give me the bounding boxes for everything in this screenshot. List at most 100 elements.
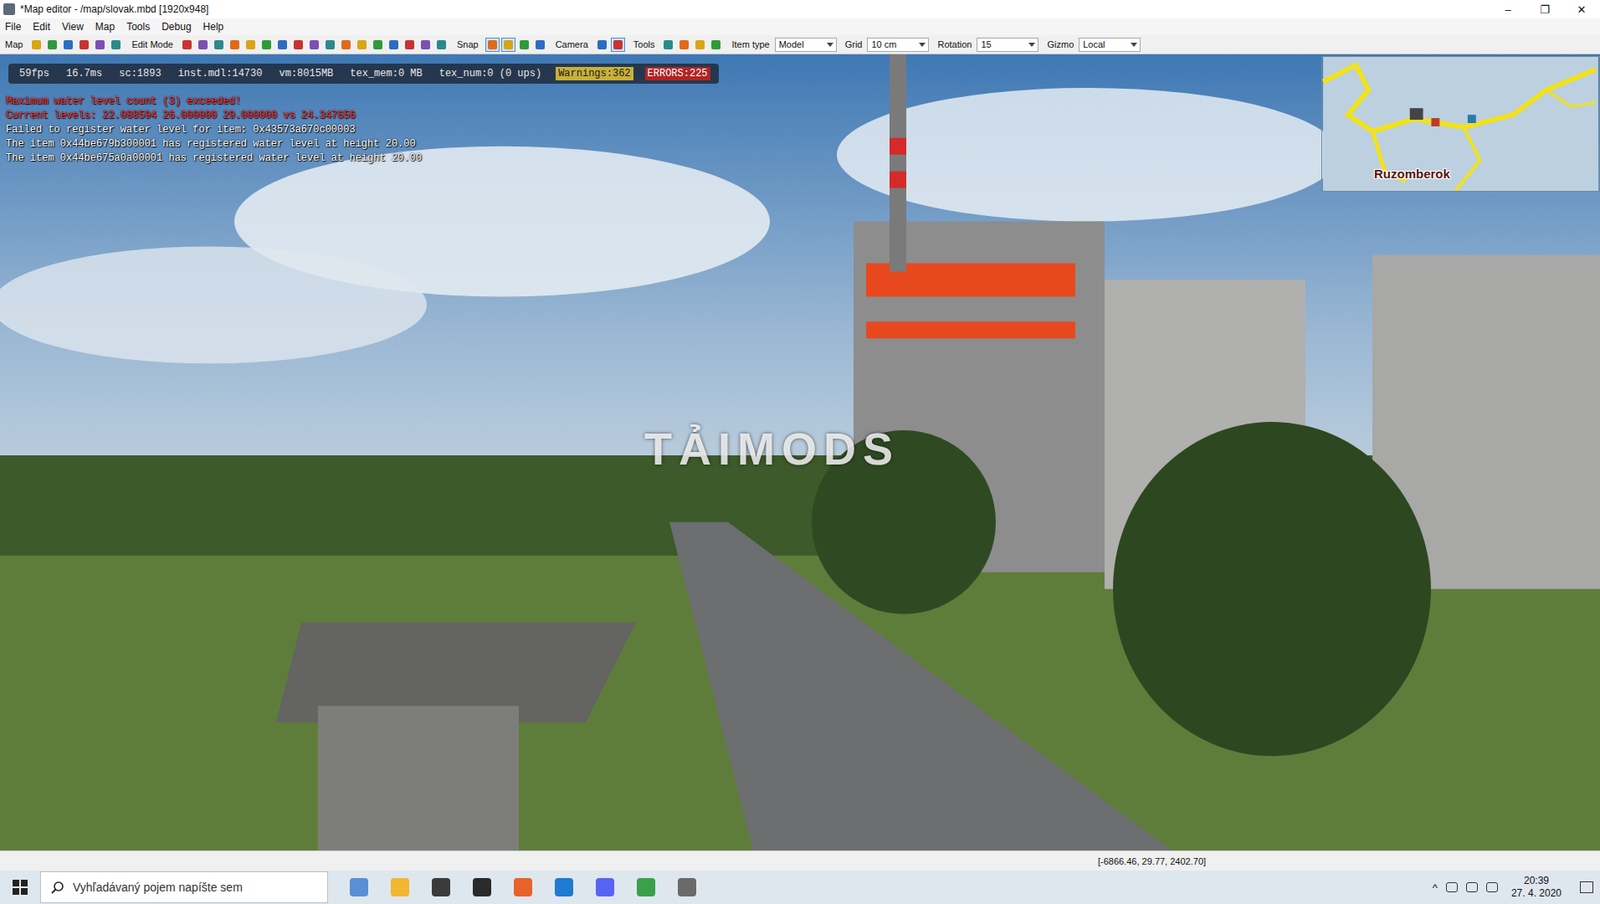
cloud-icon[interactable] <box>1446 882 1458 893</box>
tool-button[interactable] <box>610 37 626 52</box>
minimap[interactable]: Ruzomberok <box>1321 56 1600 192</box>
tool-button[interactable] <box>386 37 401 52</box>
dropdown-value: 10 cm <box>871 39 897 50</box>
chevron-down-icon <box>1130 42 1138 47</box>
tool-button[interactable] <box>402 37 417 52</box>
stat-item: 59fps <box>16 66 52 81</box>
tool-button[interactable] <box>108 37 124 52</box>
taskbar-app[interactable] <box>502 870 544 904</box>
tool-button[interactable] <box>61 37 76 52</box>
system-tray: ^ 20:3927. 4. 2020 <box>1432 874 1600 900</box>
tool-button[interactable] <box>533 37 548 52</box>
dropdown[interactable]: Model <box>774 37 837 52</box>
notification-icon[interactable] <box>1579 881 1594 893</box>
taskbar-app[interactable] <box>543 870 585 904</box>
toolbar-label[interactable]: Map <box>5 39 23 50</box>
volume-icon[interactable] <box>1486 882 1498 893</box>
tool-icon <box>503 40 513 50</box>
toolbar-label[interactable]: Edit Mode <box>131 39 174 50</box>
tool-icon <box>711 40 721 50</box>
taskbar-app[interactable] <box>584 870 626 904</box>
tool-icon <box>663 40 673 50</box>
tool-icon <box>31 40 42 50</box>
tool-button[interactable] <box>323 37 338 52</box>
window-control-button[interactable]: – <box>1489 0 1527 19</box>
menu-item[interactable]: Edit <box>32 20 51 33</box>
taskbar-app[interactable] <box>420 870 462 904</box>
start-button[interactable] <box>0 870 41 904</box>
tool-button[interactable] <box>275 37 290 52</box>
tool-button[interactable] <box>517 37 532 52</box>
tool-icon <box>293 40 303 50</box>
tool-icon <box>277 40 288 50</box>
taskbar-app[interactable] <box>338 870 380 904</box>
toolbar-group: Edit Mode <box>131 37 449 52</box>
tool-button[interactable] <box>307 37 322 52</box>
taskbar-search[interactable]: Vyhľadávaný pojem napíšte sem <box>40 871 329 903</box>
toolbar-label[interactable]: Snap <box>456 39 479 50</box>
tool-icon <box>261 40 272 50</box>
toolbar-label[interactable]: Tools <box>633 39 656 50</box>
menu-item[interactable]: File <box>5 20 21 33</box>
tool-button[interactable] <box>661 37 676 52</box>
tool-button[interactable] <box>708 37 724 52</box>
tool-button[interactable] <box>501 37 516 52</box>
app-icon <box>349 877 369 897</box>
tool-button[interactable] <box>418 37 433 52</box>
toolbar-group: Tools <box>633 37 724 52</box>
window-control-button[interactable]: ✕ <box>1563 0 1600 19</box>
dropdown-value: 15 <box>980 39 991 50</box>
minimap-roads <box>1322 56 1600 191</box>
tool-button[interactable] <box>338 37 354 52</box>
dropdown[interactable]: 15 <box>976 37 1039 52</box>
dropdown[interactable]: Local <box>1078 37 1141 52</box>
tool-button[interactable] <box>76 37 92 52</box>
tool-button[interactable] <box>227 37 242 52</box>
tool-button[interactable] <box>195 37 211 52</box>
window-control-button[interactable]: ❐ <box>1526 0 1564 19</box>
toolbar-label[interactable]: Camera <box>555 39 589 50</box>
menu-item[interactable]: Help <box>203 20 225 33</box>
tool-button[interactable] <box>45 37 60 52</box>
app-icon <box>636 877 656 897</box>
tool-button[interactable] <box>211 37 226 52</box>
tool-button[interactable] <box>354 37 370 52</box>
tool-button[interactable] <box>29 37 44 52</box>
taskbar-app[interactable] <box>379 870 421 904</box>
log-line: The item 0x44be679b300001 has registered… <box>5 137 422 152</box>
tool-button[interactable] <box>92 37 108 52</box>
network-icon[interactable] <box>1466 882 1478 893</box>
taskbar-app[interactable] <box>461 870 503 904</box>
window-controls: –❐✕ <box>1489 0 1600 19</box>
tool-button[interactable] <box>692 37 708 52</box>
menu-item[interactable]: Debug <box>161 20 191 33</box>
tray-expand-button[interactable]: ^ <box>1432 881 1438 894</box>
tool-icon <box>679 40 689 50</box>
tool-icon <box>613 40 623 50</box>
tool-button[interactable] <box>370 37 385 52</box>
clock[interactable]: 20:3927. 4. 2020 <box>1506 874 1567 900</box>
tool-button[interactable] <box>594 37 610 52</box>
app-icon <box>513 877 533 897</box>
tool-button[interactable] <box>259 37 274 52</box>
tool-button[interactable] <box>243 37 258 52</box>
tool-button[interactable] <box>179 37 195 52</box>
tool-button[interactable] <box>676 37 692 52</box>
taskbar-app[interactable] <box>625 870 667 904</box>
stat-item: tex_mem:0 MB <box>347 66 425 81</box>
title-bar: *Map editor - /map/slovak.mbd [1920x948]… <box>0 0 1600 19</box>
stat-item: Warnings:362 <box>555 66 633 81</box>
taskbar-app[interactable] <box>666 870 708 904</box>
tool-icon <box>695 40 705 50</box>
dropdown-label: Grid <box>845 39 863 50</box>
dropdown[interactable]: 10 cm <box>866 37 929 52</box>
viewport[interactable]: 59fps16.7mssc:1893inst.mdl:14730vm:8015M… <box>0 54 1600 851</box>
stat-item: inst.mdl:14730 <box>175 66 266 81</box>
menu-item[interactable]: Tools <box>126 20 150 33</box>
tool-icon <box>79 40 89 50</box>
tool-button[interactable] <box>291 37 306 52</box>
menu-item[interactable]: Map <box>95 20 115 33</box>
tool-button[interactable] <box>434 37 449 52</box>
tool-button[interactable] <box>485 37 500 52</box>
menu-item[interactable]: View <box>61 20 84 33</box>
